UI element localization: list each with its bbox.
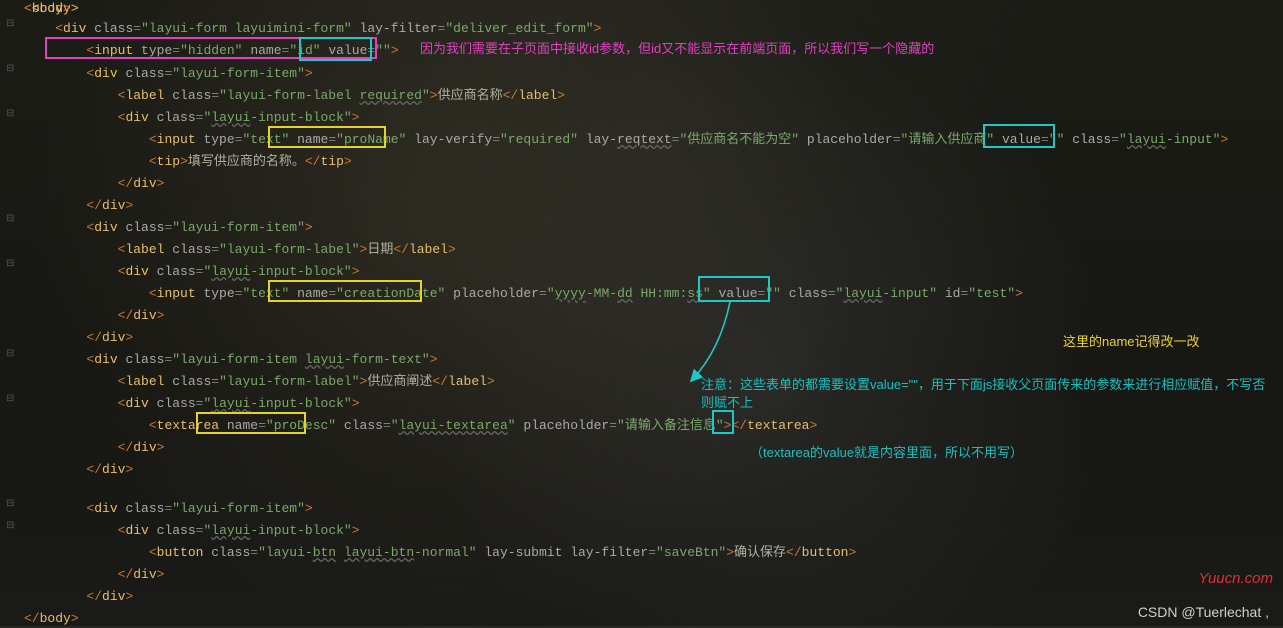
- annotation-name-reminder: 这里的name记得改一改: [1063, 333, 1200, 351]
- fold-icon[interactable]: ⊟: [6, 350, 14, 360]
- fold-icon[interactable]: ⊟: [6, 500, 14, 510]
- fold-icon[interactable]: ⊟: [6, 395, 14, 405]
- annotation-hidden-explain: 因为我们需要在子页面中接收id参数，但id又不能显示在前端页面，所以我们写一个隐…: [420, 40, 1080, 58]
- fold-icon[interactable]: ⊟: [6, 20, 14, 30]
- gutter: ⊟ ⊟ ⊟ ⊟ ⊟ ⊟ ⊟ ⊟ ⊟: [0, 0, 22, 626]
- annotation-value-explain: 注意：这些表单的都需要设置value=""，用于下面js接收父页面传来的参数来进…: [701, 376, 1271, 412]
- watermark-csdn: CSDN @Tuerlechat ,: [1138, 604, 1269, 620]
- fold-icon[interactable]: ⊟: [6, 260, 14, 270]
- fold-icon[interactable]: ⊟: [6, 215, 14, 225]
- code-area[interactable]: <<body> <body> <div class="layui-form la…: [24, 0, 1283, 626]
- fold-icon[interactable]: ⊟: [6, 110, 14, 120]
- annotation-textarea-note: （textarea的value就是内容里面，所以不用写）: [750, 444, 1023, 462]
- fold-icon[interactable]: ⊟: [6, 65, 14, 75]
- watermark-site: Yuucn.com: [1199, 570, 1273, 588]
- fold-icon[interactable]: ⊟: [6, 522, 14, 532]
